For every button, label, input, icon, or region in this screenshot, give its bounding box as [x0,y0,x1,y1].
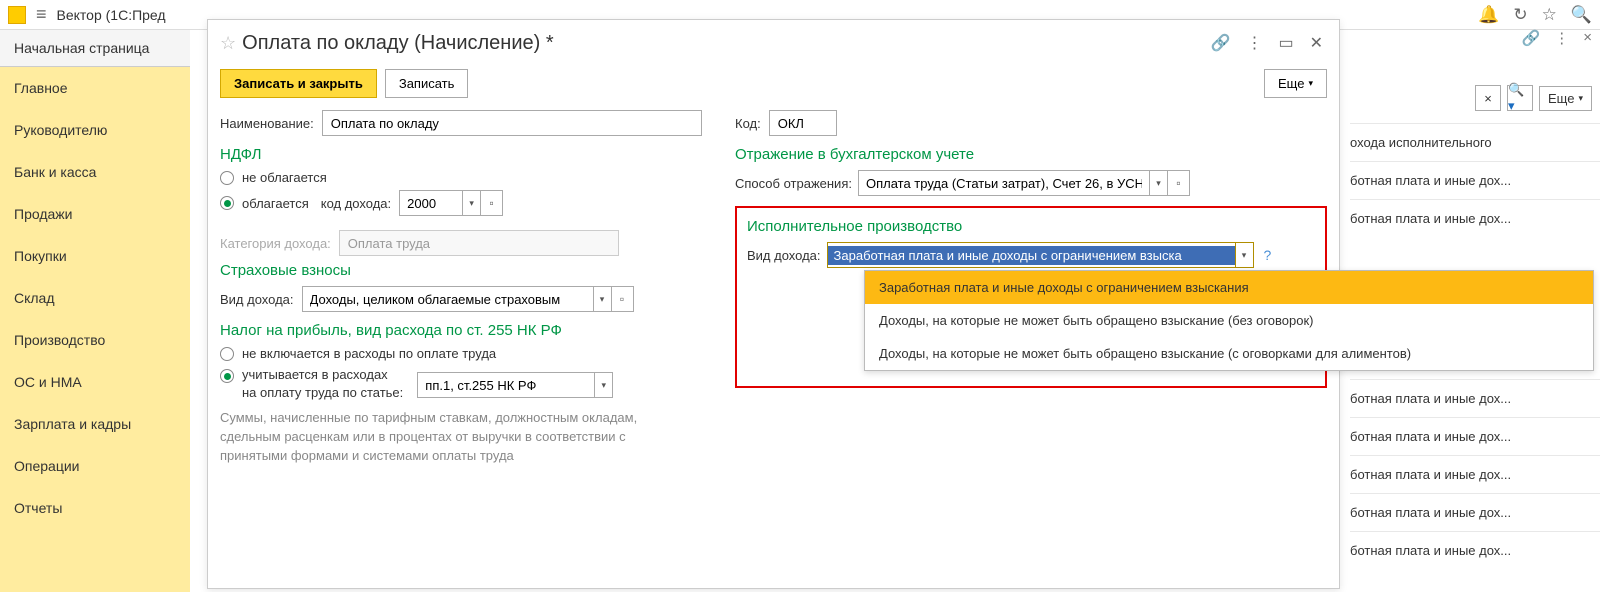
code-input[interactable] [769,110,837,136]
search-icon[interactable]: 🔍 [1571,5,1592,25]
open-dialog-icon[interactable]: ▫ [1167,171,1189,195]
strah-section-title: Страховые взносы [220,262,715,279]
history-icon[interactable]: ↻ [1513,5,1527,25]
ispol-vid-selected: Заработная плата и иные доходы с огранич… [828,246,1235,265]
app-title: Вектор (1С:Пред [57,7,166,23]
nalog-article-input[interactable] [418,373,594,397]
open-dialog-icon[interactable]: ▫ [480,191,502,215]
favorite-star-icon[interactable]: ☆ [220,33,236,54]
ispol-vid-label: Вид дохода: [747,248,821,263]
name-input[interactable] [322,110,702,136]
save-button[interactable]: Записать [385,69,469,98]
sidebar-item[interactable]: Покупки [0,235,190,277]
ndfl-yes-label: облагается [242,196,309,211]
chevron-down-icon[interactable]: ▾ [1149,171,1167,195]
sidebar-home[interactable]: Начальная страница [0,30,190,67]
bg-list-row[interactable]: ботная плата и иные дох... [1350,417,1600,455]
code-label: Код: [735,116,761,131]
nalog-yes-label-1: учитывается в расходах [242,367,388,382]
ndfl-cat-input [339,230,619,256]
sidebar-item[interactable]: Банк и касса [0,151,190,193]
dialog-window: ☆ Оплата по окладу (Начисление) * 🔗 ⋮ ▭ … [207,19,1340,589]
ndfl-code-input[interactable] [400,191,462,215]
close-icon[interactable]: × [1583,29,1592,47]
ndfl-code-label: код дохода: [321,196,391,211]
sidebar-item[interactable]: Продажи [0,193,190,235]
close-icon[interactable]: ✕ [1310,33,1323,53]
nalog-article-combo[interactable]: ▾ [417,372,613,398]
bg-more-button[interactable]: Еще [1539,86,1592,111]
reflect-label: Способ отражения: [735,176,852,191]
nalog-no-label: не включается в расходы по оплате труда [242,346,496,361]
hamburger-icon[interactable]: ≡ [36,4,47,25]
strah-vid-combo[interactable]: ▾ ▫ [302,286,634,312]
reflect-section-title: Отражение в бухгалтерском учете [735,146,1327,163]
bg-list-row[interactable]: ботная плата и иные дох... [1350,379,1600,417]
nalog-yes-label-2: на оплату труда по статье: [242,385,403,400]
ndfl-cat-label: Категория дохода: [220,236,331,251]
app-logo-icon [8,6,26,24]
bg-close-filter-button[interactable]: × [1475,85,1501,111]
ispol-vid-combo[interactable]: Заработная плата и иные доходы с огранич… [827,242,1254,268]
sidebar-item[interactable]: Отчеты [0,487,190,529]
bg-list-row[interactable]: ботная плата и иные дох... [1350,493,1600,531]
maximize-icon[interactable]: ▭ [1278,33,1293,53]
dropdown-option[interactable]: Доходы, на которые не может быть обращен… [865,337,1593,370]
bg-search-button[interactable]: 🔍 ▾ [1507,85,1533,111]
sidebar-item[interactable]: Склад [0,277,190,319]
open-dialog-icon[interactable]: ▫ [611,287,633,311]
dropdown-option[interactable]: Доходы, на которые не может быть обращен… [865,304,1593,337]
ndfl-yes-radio[interactable] [220,196,234,210]
chevron-down-icon[interactable]: ▾ [593,287,611,311]
ispol-dropdown: Заработная плата и иные доходы с огранич… [864,270,1594,371]
reflect-combo[interactable]: ▾ ▫ [858,170,1190,196]
nalog-yes-radio[interactable] [220,369,234,383]
bg-list-row[interactable]: охода исполнительного [1350,123,1600,161]
nalog-no-radio[interactable] [220,347,234,361]
sidebar-item[interactable]: Руководителю [0,109,190,151]
strah-vid-input[interactable] [303,287,593,311]
link-icon[interactable]: 🔗 [1211,33,1231,53]
bg-list-row[interactable]: ботная плата и иные дох... [1350,531,1600,569]
sidebar-item[interactable]: Главное [0,67,190,109]
nalog-section-title: Налог на прибыль, вид расхода по ст. 255… [220,322,715,339]
dialog-title: Оплата по окладу (Начисление) * [242,32,554,55]
bg-list-row[interactable]: ботная плата и иные дох... [1350,199,1600,237]
chevron-down-icon[interactable]: ▾ [594,373,612,397]
highlighted-ispol-area: Исполнительное производство Вид дохода: … [735,206,1327,388]
sidebar-item[interactable]: ОС и НМА [0,361,190,403]
reflect-input[interactable] [859,171,1149,195]
help-icon[interactable]: ? [1264,247,1272,263]
sidebar-item[interactable]: Производство [0,319,190,361]
link-icon[interactable]: 🔗 [1522,29,1541,47]
chevron-down-icon[interactable]: ▾ [1235,243,1253,267]
ispol-section-title: Исполнительное производство [747,218,1319,235]
chevron-down-icon[interactable]: ▾ [462,191,480,215]
kebab-icon[interactable]: ⋮ [1554,29,1569,47]
nalog-hint: Суммы, начисленные по тарифным ставкам, … [220,409,690,466]
star-icon[interactable]: ☆ [1542,5,1557,25]
kebab-icon[interactable]: ⋮ [1246,33,1262,53]
ndfl-section-title: НДФЛ [220,146,715,163]
dropdown-option[interactable]: Заработная плата и иные доходы с огранич… [865,271,1593,304]
name-label: Наименование: [220,116,314,131]
more-button[interactable]: Еще [1264,69,1327,98]
save-close-button[interactable]: Записать и закрыть [220,69,377,98]
ndfl-code-combo[interactable]: ▾ ▫ [399,190,503,216]
sidebar: Начальная страница Главное Руководителю … [0,30,190,592]
bell-icon[interactable]: 🔔 [1478,5,1499,25]
bg-list-row[interactable]: ботная плата и иные дох... [1350,161,1600,199]
strah-vid-label: Вид дохода: [220,292,294,307]
ndfl-no-label: не облагается [242,170,327,185]
bg-list-row[interactable]: ботная плата и иные дох... [1350,455,1600,493]
ndfl-no-radio[interactable] [220,171,234,185]
sidebar-item[interactable]: Зарплата и кадры [0,403,190,445]
sidebar-item[interactable]: Операции [0,445,190,487]
